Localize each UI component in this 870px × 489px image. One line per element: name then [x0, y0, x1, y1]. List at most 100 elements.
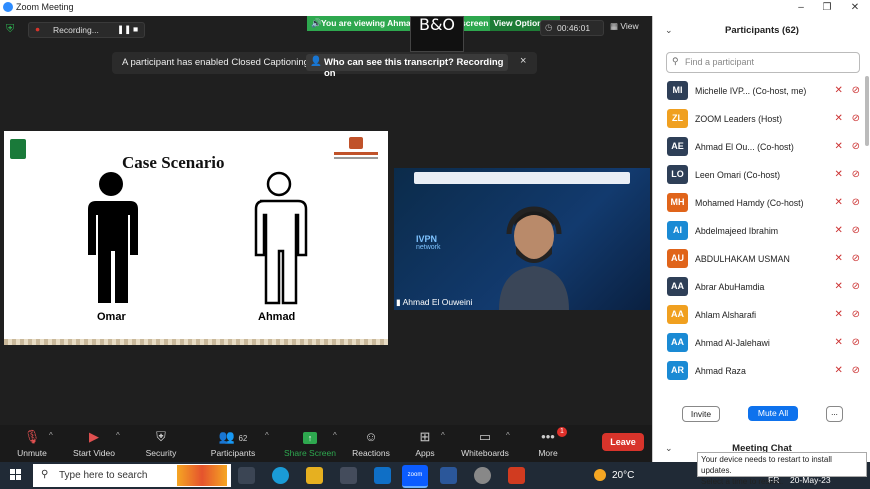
ivpn-logo-sub: network: [416, 244, 441, 251]
minimize-button[interactable]: –: [788, 0, 814, 16]
avatar: AA: [667, 277, 688, 296]
more-button[interactable]: ••• More: [518, 429, 578, 458]
mute-all-button[interactable]: Mute All: [748, 406, 798, 421]
participant-row[interactable]: AE Ahmad El Ou... (Co-host) ✕ ⊘: [667, 134, 863, 162]
security-label: Security: [145, 448, 177, 458]
apps-icon: ⊞: [419, 429, 431, 444]
participant-search-input[interactable]: ⚲ Find a participant: [666, 52, 860, 73]
maximize-button[interactable]: ❐: [814, 0, 840, 16]
window-title: Zoom Meeting: [16, 2, 74, 12]
close-window-button[interactable]: ✕: [842, 0, 868, 16]
share-screen-icon: ↑: [303, 432, 317, 444]
security-shield-icon[interactable]: ⛨: [6, 23, 20, 35]
mic-video-muted-icon: ✕ ⊘: [834, 365, 863, 376]
participant-row[interactable]: MH Mohamed Hamdy (Co-host) ✕ ⊘: [667, 190, 863, 218]
person-video-image: [499, 206, 569, 310]
stop-recording-icon[interactable]: ■: [133, 24, 138, 34]
zoom-logo-icon: [3, 2, 13, 12]
whiteboards-caret[interactable]: ^: [506, 431, 510, 440]
unmute-button[interactable]: 🎙 Unmute: [2, 429, 62, 458]
participant-video[interactable]: IVPN network ▮ Ahmad El Ouweini: [394, 168, 650, 310]
panel-title: Participants (62): [725, 25, 799, 36]
ahmad-label: Ahmad: [258, 311, 296, 323]
store-icon[interactable]: [340, 467, 357, 484]
participants-button[interactable]: 👥 62 Participants: [203, 429, 263, 458]
avatar: AE: [667, 137, 688, 156]
pause-recording-icon[interactable]: ❚❚: [117, 24, 131, 35]
mic-video-muted-icon: ✕ ⊘: [834, 253, 863, 264]
participants-caret[interactable]: ^: [265, 431, 269, 440]
windows-start-icon[interactable]: [10, 469, 22, 481]
view-grid-icon: ▦: [610, 21, 619, 31]
security-button[interactable]: ⛨ Security: [131, 429, 191, 458]
video-name: Ahmad El Ouweini: [402, 297, 473, 307]
apps-caret[interactable]: ^: [441, 431, 445, 440]
participant-row[interactable]: AI Abdelmajeed Ibrahim ✕ ⊘: [667, 218, 863, 246]
recording-icon: ●: [35, 24, 41, 34]
mic-video-muted-icon: ✕ ⊘: [834, 169, 863, 180]
share-screen-button[interactable]: ↑ Share Screen: [280, 429, 340, 458]
participant-name: Leen Omari (Co-host): [695, 170, 781, 180]
timer-text: 00:46:01: [557, 23, 591, 33]
word-icon[interactable]: [440, 467, 457, 484]
reactions-label: Reactions: [352, 448, 390, 458]
participant-row[interactable]: MI Michelle IVP... (Co-host, me) ✕ ⊘: [667, 78, 863, 106]
bo-text: B&O: [418, 15, 456, 34]
restart-notification[interactable]: Your device needs to restart to install …: [697, 452, 867, 486]
clock-icon: ◷: [545, 22, 553, 32]
apps-button[interactable]: ⊞ Apps: [395, 429, 455, 458]
cc-link-text: Who can see this transcript? Recording o…: [324, 57, 504, 79]
ahmad-figure: [254, 171, 308, 305]
view-button[interactable]: ▦ View: [610, 21, 639, 32]
participant-scrollbar[interactable]: [865, 76, 869, 146]
more-label: More: [538, 448, 558, 458]
recording-indicator[interactable]: ● Recording... ❚❚ ■: [28, 22, 145, 38]
ivpn-logo: IVPN: [416, 234, 438, 244]
participant-row[interactable]: LO Leen Omari (Co-host) ✕ ⊘: [667, 162, 863, 190]
weather-icon[interactable]: [594, 469, 606, 481]
app-icon[interactable]: [508, 467, 525, 484]
cc-info-link[interactable]: 👤 Who can see this transcript? Recording…: [306, 54, 508, 79]
participant-name: Ahmad Raza: [695, 366, 746, 376]
participant-row[interactable]: AA Ahmad Al-Jalehawi ✕ ⊘: [667, 330, 863, 358]
omar-label: Omar: [97, 311, 126, 323]
whiteboards-label: Whiteboards: [461, 448, 509, 458]
participant-row[interactable]: AR Ahmad Raza ✕ ⊘: [667, 358, 863, 386]
participant-row[interactable]: ZL ZOOM Leaders (Host) ✕ ⊘: [667, 106, 863, 134]
mic-video-muted-icon: ✕ ⊘: [834, 337, 863, 348]
share-caret[interactable]: ^: [333, 431, 337, 440]
panel-more-button[interactable]: ...: [826, 406, 843, 422]
participant-row[interactable]: AA Ahlam Alsharafi ✕ ⊘: [667, 302, 863, 330]
taskbar-search-box[interactable]: ⚲ Type here to search: [33, 464, 231, 487]
signal-icon: ▮: [396, 297, 401, 307]
info-person-icon: 👤: [310, 56, 322, 67]
cc-close-button[interactable]: ×: [520, 55, 526, 67]
speaker-icon: 🔊: [311, 18, 322, 28]
participant-row[interactable]: AA Abrar AbuHamdia ✕ ⊘: [667, 274, 863, 302]
paint-icon[interactable]: [474, 467, 491, 484]
avatar: MH: [667, 193, 688, 212]
omar-figure: [88, 172, 138, 303]
task-view-icon[interactable]: [238, 467, 255, 484]
avatar: AU: [667, 249, 688, 268]
zoom-taskbar-icon[interactable]: zoom: [402, 465, 428, 488]
mic-muted-icon: 🎙: [23, 429, 41, 444]
start-video-button[interactable]: ▶ Start Video: [64, 429, 124, 458]
start-video-label: Start Video: [73, 448, 115, 458]
participant-row[interactable]: AU ABDULHAKAM USMAN ✕ ⊘: [667, 246, 863, 274]
taskbar-search-text: Type here to search: [59, 470, 148, 481]
file-explorer-icon[interactable]: [306, 467, 323, 484]
video-options-caret[interactable]: ^: [116, 431, 120, 440]
invite-button[interactable]: Invite: [682, 406, 720, 422]
reactions-button[interactable]: ☺ Reactions: [341, 429, 401, 458]
mic-video-muted-icon: ✕ ⊘: [834, 85, 863, 96]
search-icon: ⚲: [672, 56, 679, 66]
view-label: View: [620, 21, 639, 31]
video-banner: [414, 172, 630, 184]
edge-icon[interactable]: [272, 467, 289, 484]
audio-options-caret[interactable]: ^: [49, 431, 53, 440]
participant-name: Ahlam Alsharafi: [695, 310, 757, 320]
avatar: AI: [667, 221, 688, 240]
mail-icon[interactable]: [374, 467, 391, 484]
leave-button[interactable]: Leave: [602, 433, 644, 451]
